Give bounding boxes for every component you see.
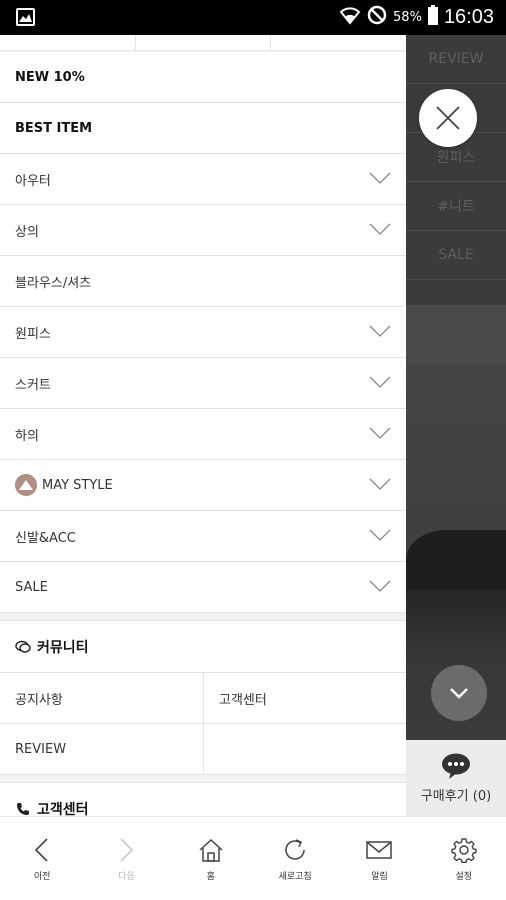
nav-home[interactable]: 홈: [169, 817, 253, 900]
menu-item-blouse[interactable]: 블라우스/셔츠: [0, 256, 406, 307]
background-photo-shadow: [406, 530, 506, 590]
review-link[interactable]: REVIEW: [0, 724, 203, 774]
menu-item-top[interactable]: 상의: [0, 205, 406, 256]
menu-item-label: 블라우스/셔츠: [15, 275, 92, 291]
menu-item-label: SALE: [15, 579, 48, 595]
refresh-icon: [285, 839, 305, 860]
menu-item-label: 원피스: [15, 326, 51, 342]
chevron-down-icon: [369, 427, 391, 439]
scroll-down-button[interactable]: [431, 665, 487, 721]
menu-top-tabs: [0, 35, 406, 51]
gallery-notification-icon: [16, 8, 35, 26]
nav-forward[interactable]: 다음: [84, 817, 168, 900]
menu-item-label: MAY STYLE: [42, 477, 113, 493]
chevron-down-icon: [369, 376, 391, 388]
purchase-review-button[interactable]: 구매후기 (0): [406, 740, 506, 816]
nav-label: 새로고침: [278, 872, 312, 882]
tab-divider: [135, 35, 136, 50]
empty-cell: [203, 724, 406, 774]
close-icon: [436, 106, 460, 130]
status-bar: 58% 16:03: [0, 0, 506, 35]
wifi-icon: [339, 5, 361, 30]
chevron-down-icon: [369, 172, 391, 184]
menu-item-new[interactable]: NEW 10%: [0, 52, 406, 103]
background-menu: REVIEW 원피스 #니트 SALE: [406, 35, 506, 305]
chevron-down-icon: [450, 688, 468, 699]
nav-settings[interactable]: 설정: [422, 817, 506, 900]
menu-item-label: BEST ITEM: [15, 120, 93, 136]
chevron-down-icon: [369, 325, 391, 337]
community-title: 커뮤니티: [37, 639, 89, 656]
may-style-avatar: [15, 474, 37, 496]
customer-center-link[interactable]: 고객센터: [203, 673, 406, 723]
notice-link[interactable]: 공지사항: [0, 673, 203, 723]
background-menu-item: REVIEW: [406, 35, 506, 84]
nav-label: 설정: [455, 872, 473, 882]
forward-icon: [120, 838, 134, 862]
menu-item-label: 스커트: [15, 377, 51, 393]
home-icon: [199, 838, 223, 862]
bottom-nav: 이전 다음 홈 새로고침 알림 설정: [0, 816, 506, 900]
phone-icon: [17, 802, 29, 815]
nav-label: 알림: [371, 872, 388, 882]
clock: 16:03: [443, 6, 494, 28]
community-header: 커뮤니티: [0, 621, 406, 673]
chat-icon: [15, 640, 31, 653]
tab-divider: [270, 35, 271, 50]
chevron-down-icon: [369, 529, 391, 541]
community-row: 공지사항 고객센터: [0, 673, 406, 724]
menu-item-may-style[interactable]: MAY STYLE: [0, 460, 406, 511]
section-divider: [0, 775, 406, 783]
chat-bubble-icon: [442, 753, 470, 779]
back-icon: [35, 838, 48, 862]
menu-item-onepiece[interactable]: 원피스: [0, 307, 406, 358]
side-menu: NEW 10% BEST ITEM 아우터 상의 블라우스/셔츠 원피스 스커트…: [0, 35, 406, 816]
nav-label: 홈: [206, 872, 215, 882]
menu-item-bottom[interactable]: 하의: [0, 409, 406, 460]
menu-item-label: NEW 10%: [15, 69, 85, 85]
menu-item-outer[interactable]: 아우터: [0, 154, 406, 205]
menu-item-label: 아우터: [15, 173, 51, 189]
customer-center-header: 고객센터: [0, 783, 406, 816]
nav-notifications[interactable]: 알림: [337, 817, 421, 900]
menu-item-sale[interactable]: SALE: [0, 562, 406, 613]
chevron-down-icon: [369, 223, 391, 235]
menu-item-skirt[interactable]: 스커트: [0, 358, 406, 409]
customer-center-title: 고객센터: [37, 801, 89, 817]
battery-icon: [427, 5, 438, 30]
gear-icon: [451, 838, 477, 863]
menu-item-label: 하의: [15, 428, 39, 444]
menu-item-label: 신발&ACC: [15, 530, 76, 546]
mail-icon: [366, 841, 393, 859]
battery-percent: 58%: [393, 10, 422, 25]
nav-refresh[interactable]: 새로고침: [253, 817, 337, 900]
background-menu-item: SALE: [406, 231, 506, 280]
do-not-disturb-icon: [367, 5, 387, 30]
chevron-down-icon: [369, 580, 391, 592]
nav-label: 다음: [118, 872, 135, 882]
nav-label: 이전: [33, 872, 51, 882]
section-divider: [0, 613, 406, 621]
nav-back[interactable]: 이전: [0, 817, 84, 900]
menu-item-best[interactable]: BEST ITEM: [0, 103, 406, 154]
menu-item-shoes-acc[interactable]: 신발&ACC: [0, 511, 406, 562]
background-menu-item: #니트: [406, 182, 506, 231]
purchase-review-label: 구매후기 (0): [420, 788, 492, 804]
chevron-down-icon: [369, 478, 391, 490]
menu-item-label: 상의: [15, 224, 39, 240]
close-menu-button[interactable]: [419, 89, 477, 147]
community-row: REVIEW: [0, 724, 406, 775]
